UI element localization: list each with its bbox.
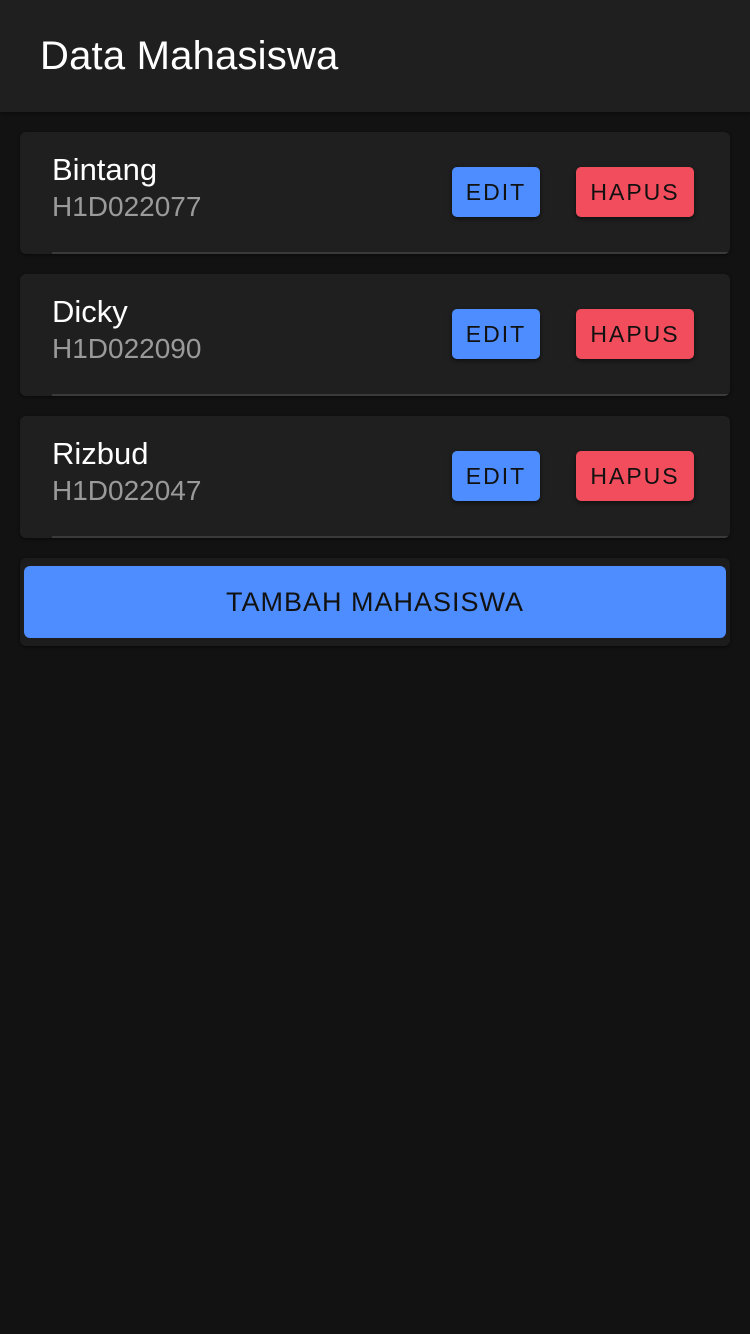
app-bar: Data Mahasiswa [0, 0, 750, 112]
edit-button[interactable]: EDIT [452, 451, 540, 501]
add-student-button[interactable]: TAMBAH MAHASISWA [24, 566, 726, 638]
student-name: Bintang [52, 152, 158, 187]
page-title: Data Mahasiswa [40, 33, 339, 78]
edit-button[interactable]: EDIT [452, 309, 540, 359]
card-divider [52, 536, 730, 538]
student-name: Rizbud [52, 436, 149, 471]
add-button-container: TAMBAH MAHASISWA [20, 558, 730, 646]
student-card: Rizbud H1D022047 EDIT HAPUS [20, 416, 730, 538]
student-list: Bintang H1D022077 EDIT HAPUS Dicky H1D02… [0, 112, 750, 646]
student-card: Dicky H1D022090 EDIT HAPUS [20, 274, 730, 396]
student-card: Bintang H1D022077 EDIT HAPUS [20, 132, 730, 254]
card-divider [52, 252, 730, 254]
delete-button[interactable]: HAPUS [576, 167, 694, 217]
student-nim: H1D022077 [52, 191, 202, 222]
card-divider [52, 394, 730, 396]
delete-button[interactable]: HAPUS [576, 451, 694, 501]
delete-button[interactable]: HAPUS [576, 309, 694, 359]
edit-button[interactable]: EDIT [452, 167, 540, 217]
student-nim: H1D022047 [52, 475, 202, 506]
student-name: Dicky [52, 294, 128, 329]
student-nim: H1D022090 [52, 333, 202, 364]
